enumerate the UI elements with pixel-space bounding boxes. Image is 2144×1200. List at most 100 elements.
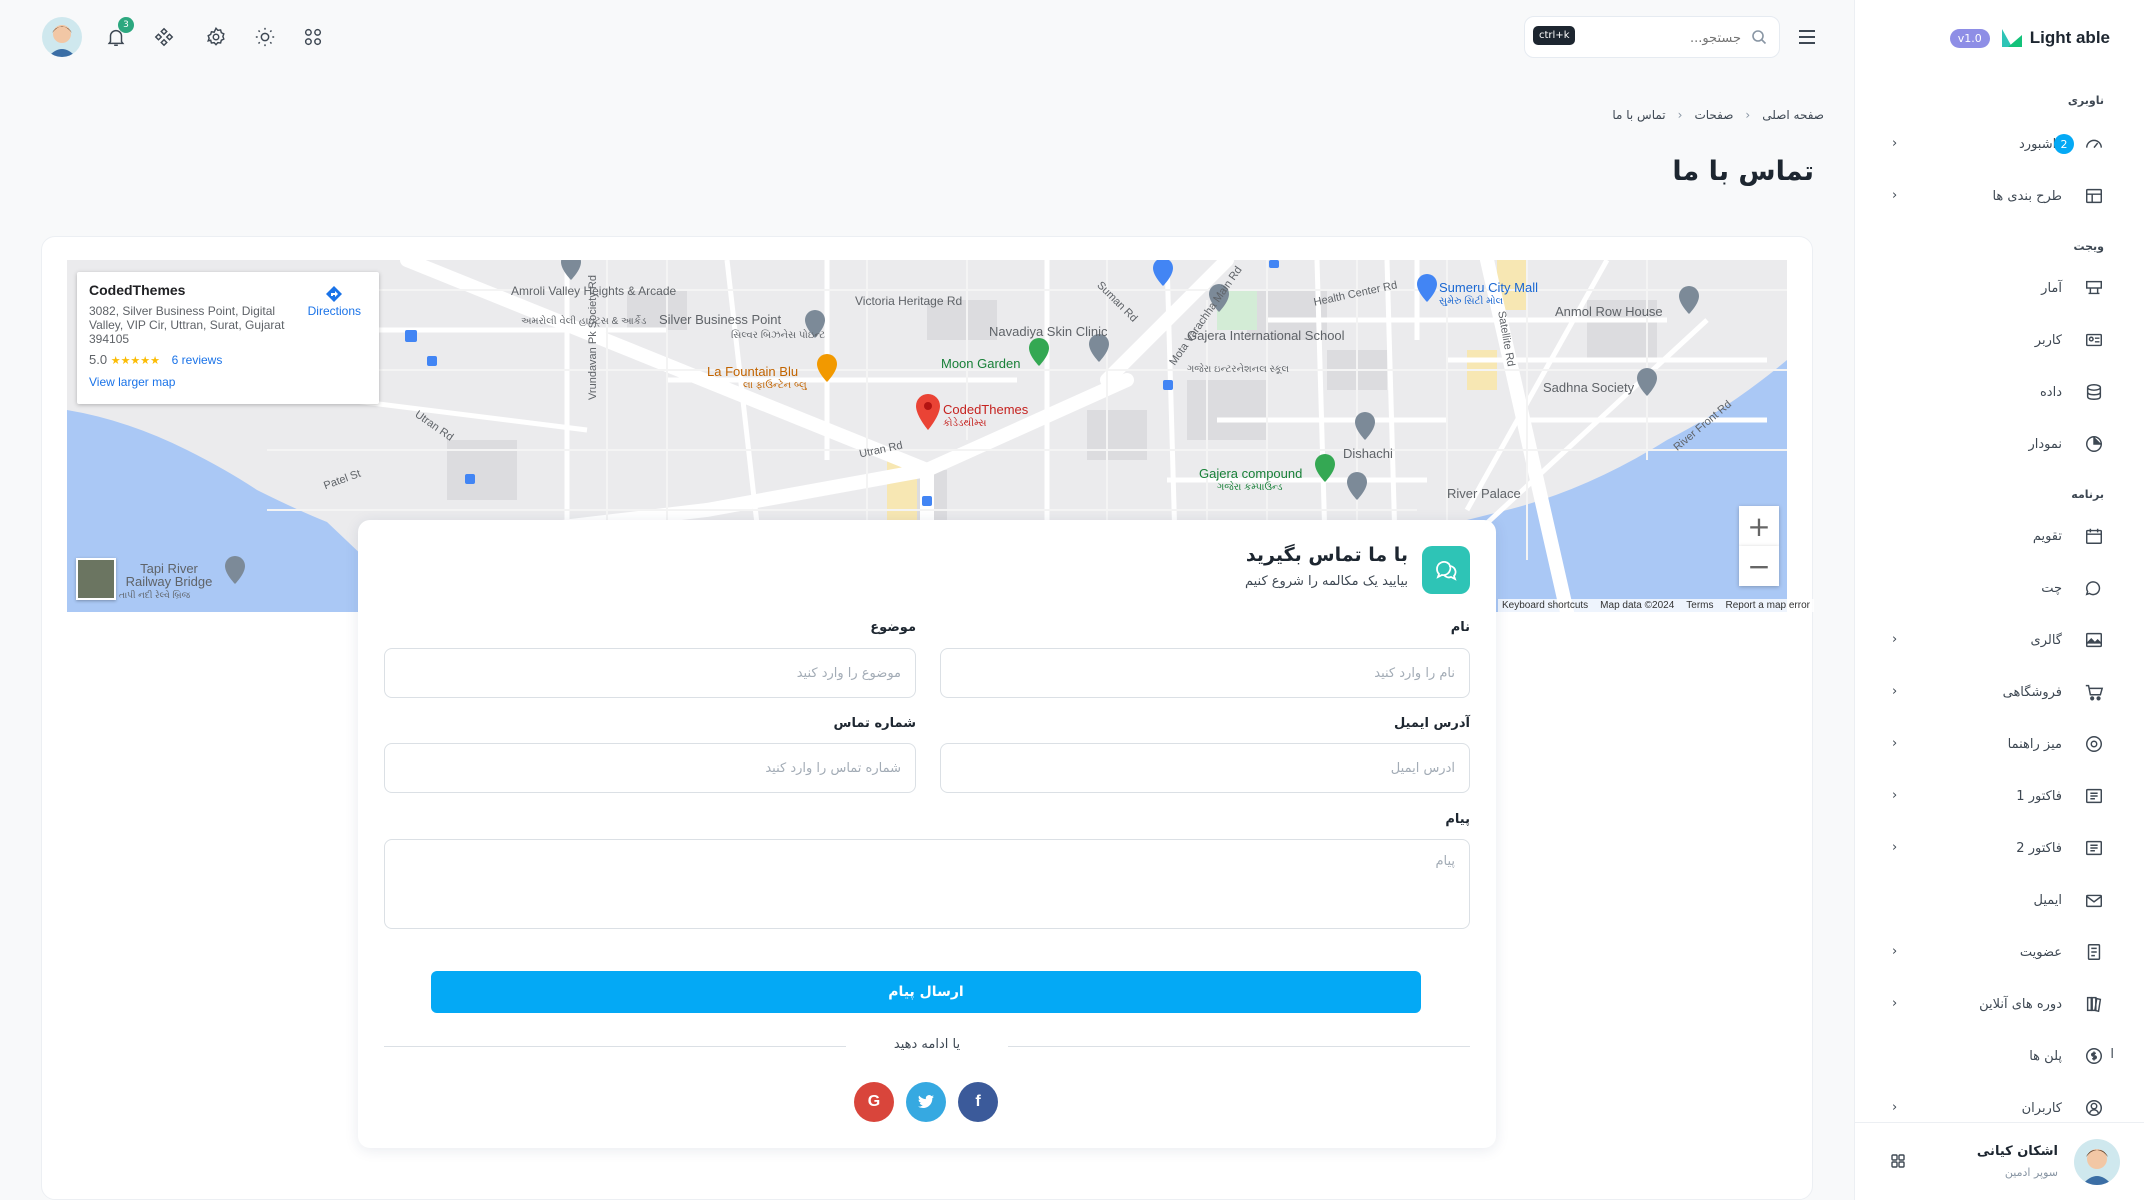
sidebar-item[interactable]: تقویم: [1854, 514, 2144, 558]
sidebar-item-label: آمار: [2041, 280, 2062, 296]
sidebar-item-label: چت: [2041, 580, 2062, 596]
breadcrumb-chevron-icon: ‹: [1745, 108, 1751, 122]
sidebar-item[interactable]: گالری ‹: [1854, 618, 2144, 662]
sidebar-item[interactable]: دوره های آنلاین ‹: [1854, 982, 2144, 1026]
zoom-out-button[interactable]: −: [1739, 546, 1779, 586]
subject-input[interactable]: [384, 648, 916, 698]
nav-caption-widget: ویجت: [2073, 240, 2104, 253]
map-terms-link[interactable]: Terms: [1686, 600, 1713, 611]
map-label-tapi-bridge: Tapi River Railway Bridge: [125, 561, 213, 589]
directions-label: Directions: [307, 304, 361, 318]
brand-logo[interactable]: v1.0 Light able: [1949, 24, 2110, 52]
map-data-credit: Map data ©2024: [1600, 600, 1675, 611]
breadcrumb-current: تماس با ما: [1612, 108, 1666, 122]
map-satellite-toggle[interactable]: [76, 558, 116, 600]
map-label-codedthemes-gu: કોડેડથીમ્સ: [943, 418, 987, 429]
nav-caption-navigation: ناوبری: [2067, 94, 2104, 107]
phone-label: شماره تماس: [833, 716, 916, 731]
top-header: 3 ctrl+k: [0, 0, 1854, 74]
sidebar-item[interactable]: چت: [1854, 566, 2144, 610]
map-label-gajera-compound-gu: ગજેરા કમ્પાઉન્ડ: [1217, 482, 1283, 493]
apps-grid-icon[interactable]: [300, 24, 326, 50]
directions-button[interactable]: Directions: [308, 284, 361, 318]
customizer-icon[interactable]: [151, 24, 177, 50]
map-keyboard-shortcuts-link[interactable]: Keyboard shortcuts: [1502, 600, 1588, 611]
theme-sun-icon[interactable]: [252, 24, 278, 50]
search-shortcut-badge: ctrl+k: [1533, 26, 1576, 45]
nav-caption-application: برنامه: [2071, 488, 2104, 501]
sidebar-item-label: فاکتور 1: [2016, 788, 2062, 804]
database-icon: [2084, 382, 2104, 402]
sidebar-item-extra: ا: [2110, 1047, 2114, 1062]
search-box[interactable]: ctrl+k: [1524, 16, 1780, 58]
user-settings-icon[interactable]: [1890, 1153, 1906, 1169]
sidebar-item-label: تقویم: [2032, 528, 2062, 544]
settings-gear-icon[interactable]: [203, 24, 229, 50]
sidebar-item-label: نمودار: [2028, 436, 2062, 452]
map-label-moon-garden: Moon Garden: [941, 356, 1021, 371]
directions-icon: [326, 286, 343, 302]
breadcrumb-pages[interactable]: صفحات: [1694, 108, 1733, 122]
mail-icon: [2084, 890, 2104, 910]
user-card-icon: [2084, 330, 2104, 350]
sidebar-item[interactable]: میز راهنما ‹: [1854, 722, 2144, 766]
sidebar-item-label: گالری: [2030, 632, 2062, 648]
google-icon: G: [867, 1093, 881, 1110]
sidebar-item-badge: 2: [2054, 134, 2074, 154]
users-icon: [2084, 1098, 2104, 1118]
sidebar-item[interactable]: فاکتور 2 ‹: [1854, 826, 2144, 870]
sidebar-item[interactable]: فروشگاهی ‹: [1854, 670, 2144, 714]
email-input[interactable]: [940, 743, 1470, 793]
name-input[interactable]: [940, 648, 1470, 698]
profile-avatar[interactable]: [42, 17, 82, 57]
books-icon: [2084, 994, 2104, 1014]
search-input[interactable]: [1591, 25, 1741, 51]
version-badge: v1.0: [1949, 28, 1990, 48]
coin-icon: [2084, 1046, 2104, 1066]
map-label-sadhna: Sadhna Society: [1543, 380, 1635, 395]
reviews-link[interactable]: 6 reviews: [172, 353, 223, 367]
notification-count-badge: 3: [118, 17, 134, 33]
sidebar-item[interactable]: طرح بندی ها ‹: [1854, 174, 2144, 218]
google-login-button[interactable]: G: [854, 1082, 894, 1122]
chevron-left-icon: ‹: [1892, 996, 1898, 1011]
sidebar-item[interactable]: کاربر: [1854, 318, 2144, 362]
sidebar-item[interactable]: فاکتور 1 ‹: [1854, 774, 2144, 818]
map-label-amroli-valley-gu: અમરોલી વેલી હાઇટ્સ & આર્કેડ: [521, 316, 647, 327]
sidebar-item[interactable]: داده: [1854, 370, 2144, 414]
map-place-card: CodedThemes 3082, Silver Business Point,…: [77, 272, 379, 404]
map-label-la-fountain-gu: લા ફાઉન્ટેન બ્લુ: [743, 380, 807, 391]
sidebar-user-card[interactable]: اشکان کیانی سوپر ادمین: [1854, 1122, 2144, 1200]
map-label-sumeru: Sumeru City Mall: [1439, 280, 1538, 295]
zoom-in-button[interactable]: +: [1739, 506, 1779, 546]
sidebar-item[interactable]: داشبورد 2 ‹: [1854, 122, 2144, 166]
membership-icon: [2084, 942, 2104, 962]
send-message-button[interactable]: ارسال پیام: [431, 971, 1421, 1013]
map-label-gajera-school-gu: ગજેરા ઇન્ટરનેશનલ સ્કૂલ: [1187, 364, 1290, 375]
facebook-login-button[interactable]: f: [958, 1082, 998, 1122]
statistics-icon: [2084, 278, 2104, 298]
chart-icon: [2084, 434, 2104, 454]
sidebar-item[interactable]: عضویت ‹: [1854, 930, 2144, 974]
twitter-login-button[interactable]: [906, 1082, 946, 1122]
breadcrumb-home[interactable]: صفحه اصلی: [1762, 108, 1824, 122]
sidebar-toggle-hamburger-icon[interactable]: [1796, 26, 1818, 48]
sidebar-item-label: ایمیل: [2033, 892, 2062, 908]
page-title: تماس با ما: [1672, 156, 1814, 187]
help-desk-icon: [2084, 734, 2104, 754]
sidebar-item[interactable]: نمودار: [1854, 422, 2144, 466]
sidebar-item[interactable]: پلن ها ا: [1854, 1034, 2144, 1078]
message-textarea[interactable]: [384, 839, 1470, 929]
map-label-gajera-compound: Gajera compound: [1199, 466, 1303, 481]
sidebar-item-label: کاربر: [2034, 332, 2062, 348]
sidebar-item-label: طرح بندی ها: [1992, 188, 2062, 204]
phone-input[interactable]: [384, 743, 916, 793]
sidebar-item[interactable]: آمار: [1854, 266, 2144, 310]
map-label-silver-gu: સિલ્વર બિઝનેસ પોઇન્ટ: [731, 330, 826, 341]
chevron-left-icon: ‹: [1892, 632, 1898, 647]
view-larger-map-link[interactable]: View larger map: [89, 375, 367, 389]
map-report-error-link[interactable]: Report a map error: [1726, 600, 1810, 611]
contact-form-card: با ما تماس بگیرید بیایید یک مکالمه را شر…: [358, 520, 1496, 1148]
sidebar-item-label: فروشگاهی: [2002, 684, 2062, 700]
sidebar-item[interactable]: ایمیل: [1854, 878, 2144, 922]
